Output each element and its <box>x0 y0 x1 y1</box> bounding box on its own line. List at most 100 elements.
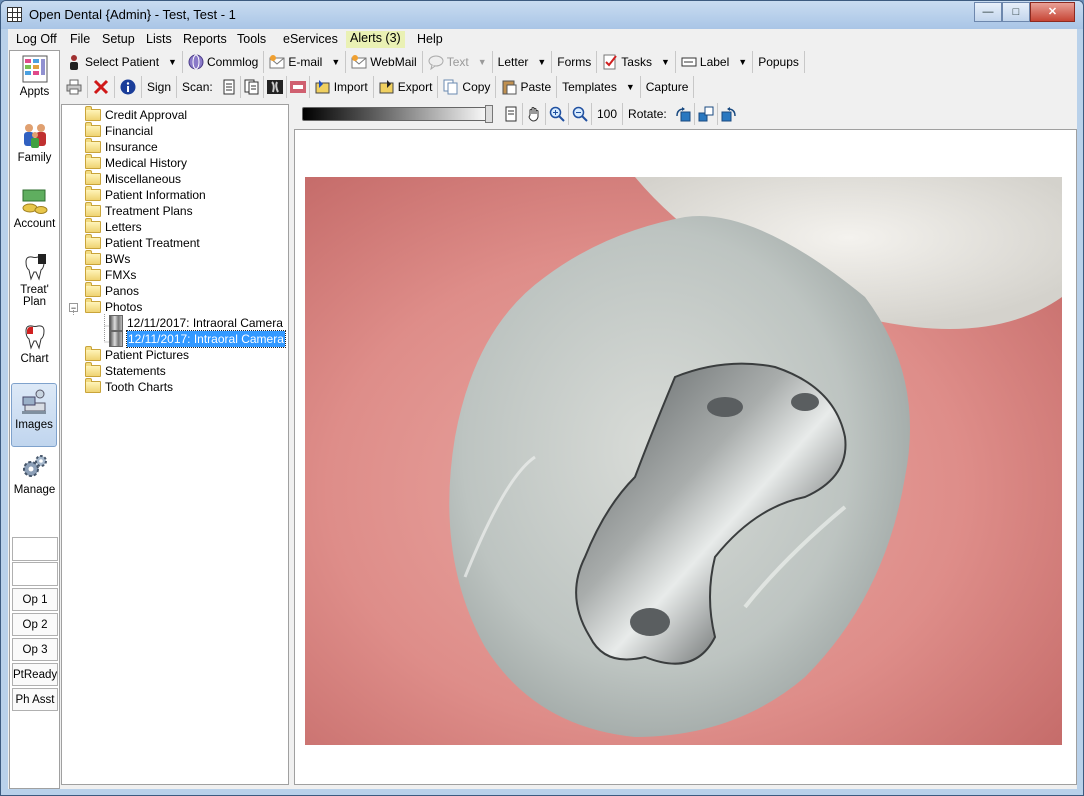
close-button[interactable]: ✕ <box>1030 2 1075 22</box>
module-account[interactable]: Account <box>10 186 59 230</box>
folder-icon <box>85 122 101 137</box>
menu-tools[interactable]: Tools <box>237 32 266 46</box>
copy-button[interactable]: Copy <box>438 76 497 98</box>
app-grid-icon[interactable] <box>7 7 22 22</box>
rotate-right-icon <box>721 107 736 122</box>
tree-folder-item[interactable]: Patient Treatment <box>85 234 200 251</box>
sign-button[interactable]: Sign <box>142 76 178 98</box>
forms-button[interactable]: Forms <box>552 51 598 73</box>
email-button[interactable]: E-mail ▼ <box>264 51 347 73</box>
menu-help[interactable]: Help <box>417 32 443 46</box>
webmail-button[interactable]: WebMail <box>346 51 423 73</box>
module-family[interactable]: Family <box>10 120 59 164</box>
tree-folder-item[interactable]: Medical History <box>85 154 187 171</box>
chevron-down-icon[interactable]: ▼ <box>661 57 670 67</box>
menu-alerts[interactable]: Alerts (3) <box>346 31 405 48</box>
scan-xray-button[interactable] <box>264 76 287 98</box>
tree-folder-item[interactable]: Panos <box>85 282 139 299</box>
tree-folder-item[interactable]: Credit Approval <box>85 106 187 123</box>
tree-folder-item[interactable]: Treatment Plans <box>85 202 193 219</box>
sign-label: Sign <box>147 80 172 94</box>
module-images[interactable]: Images <box>11 383 57 447</box>
tree-folder-item[interactable]: Insurance <box>85 138 158 155</box>
chevron-down-icon[interactable]: ▼ <box>478 57 487 67</box>
blank-op-slot[interactable] <box>12 537 58 561</box>
popups-button[interactable]: Popups <box>753 51 805 73</box>
tree-folder-item[interactable]: Miscellaneous <box>85 170 181 187</box>
tree-folder-item[interactable]: Financial <box>85 122 153 139</box>
tree-document-item-selected[interactable]: 12/11/2017: Intraoral Camera <box>109 330 286 348</box>
menu-setup[interactable]: Setup <box>102 32 135 46</box>
operatory-op-2[interactable]: Op 2 <box>12 613 58 636</box>
chevron-down-icon[interactable]: ▼ <box>626 82 635 92</box>
money-icon <box>22 189 47 214</box>
tree-folder-item[interactable]: BWs <box>85 250 130 267</box>
brightness-contrast-slider[interactable] <box>294 102 500 126</box>
module-appts[interactable]: Appts <box>10 54 59 98</box>
tree-folder-item[interactable]: Statements <box>85 362 166 379</box>
import-button[interactable]: Import <box>310 76 374 98</box>
maximize-button[interactable]: □ <box>1002 2 1030 22</box>
module-chart[interactable]: Chart <box>10 321 59 365</box>
select-patient-button[interactable]: Select Patient ▼ <box>61 51 183 73</box>
menu-lists[interactable]: Lists <box>146 32 172 46</box>
zoom-in-button[interactable] <box>546 103 569 125</box>
intraoral-photo[interactable] <box>305 177 1062 745</box>
label-button[interactable]: Label ▼ <box>676 51 754 73</box>
chevron-down-icon[interactable]: ▼ <box>331 57 340 67</box>
chevron-down-icon[interactable]: ▼ <box>537 57 546 67</box>
tree-label: 12/11/2017: Intraoral Camera <box>126 330 286 348</box>
capture-button[interactable]: Capture <box>641 76 695 98</box>
zoom-100-button[interactable]: 100 <box>592 103 624 125</box>
tree-label: Tooth Charts <box>105 380 174 394</box>
letter-button[interactable]: Letter ▼ <box>493 51 553 73</box>
fit-page-button[interactable] <box>500 103 523 125</box>
blank-op-slot[interactable] <box>12 562 58 586</box>
info-button[interactable] <box>115 76 142 98</box>
pan-hand-button[interactable] <box>523 103 546 125</box>
scan-document-button[interactable] <box>218 76 241 98</box>
tree-folder-item[interactable]: FMXs <box>85 266 136 283</box>
rotate-right-button[interactable] <box>718 103 740 125</box>
minimize-button[interactable]: — <box>974 2 1002 22</box>
paste-button[interactable]: Paste <box>496 76 558 98</box>
chevron-down-icon[interactable]: ▼ <box>738 57 747 67</box>
tree-label: Patient Pictures <box>105 348 190 362</box>
operatory-op-3[interactable]: Op 3 <box>12 638 58 661</box>
speech-bubble-icon <box>428 55 444 70</box>
menu-reports[interactable]: Reports <box>183 32 227 46</box>
menu-file[interactable]: File <box>70 32 90 46</box>
operatory-ph-asst[interactable]: Ph Asst <box>12 688 58 711</box>
commlog-button[interactable]: Commlog <box>183 51 265 73</box>
zoom-out-button[interactable] <box>569 103 592 125</box>
operatory-op-1[interactable]: Op 1 <box>12 588 58 611</box>
tree-folder-item[interactable]: Tooth Charts <box>85 378 174 395</box>
chevron-down-icon[interactable]: ▼ <box>168 57 177 67</box>
tooth-image <box>305 177 1062 745</box>
menu-eservices[interactable]: eServices <box>283 32 338 46</box>
text-button[interactable]: Text ▼ <box>423 51 493 73</box>
menu-log-off[interactable]: Log Off <box>16 32 57 46</box>
rotate-left-button[interactable] <box>672 103 695 125</box>
scan-photo-button[interactable] <box>287 76 310 98</box>
operatory-ptready[interactable]: PtReady <box>12 663 58 686</box>
tree-folder-item[interactable]: Letters <box>85 218 142 235</box>
tree-folder-item[interactable]: Patient Pictures <box>85 346 190 363</box>
module-treat-plan[interactable]: Treat' Plan <box>10 252 59 308</box>
image-viewer[interactable] <box>294 129 1077 785</box>
document-tree: Credit Approval Financial Insurance Medical… <box>61 104 289 785</box>
flip-button[interactable] <box>695 103 718 125</box>
slider-handle[interactable] <box>485 105 493 123</box>
delete-button[interactable] <box>88 76 115 98</box>
scan-text: Scan: <box>182 80 213 94</box>
scan-multipage-button[interactable] <box>241 76 264 98</box>
export-button[interactable]: Export <box>374 76 439 98</box>
tree-document-item[interactable]: 12/11/2017: Intraoral Camera <box>109 315 283 331</box>
module-manage[interactable]: Manage <box>10 452 59 496</box>
print-button[interactable] <box>61 76 88 98</box>
tasks-button[interactable]: Tasks ▼ <box>597 51 676 73</box>
tree-folder-item[interactable]: Patient Information <box>85 186 206 203</box>
title-bar[interactable]: Open Dental {Admin} - Test, Test - 1 — □… <box>1 1 1083 29</box>
commlog-globe-icon <box>188 54 204 70</box>
templates-button[interactable]: Templates ▼ <box>557 76 641 98</box>
